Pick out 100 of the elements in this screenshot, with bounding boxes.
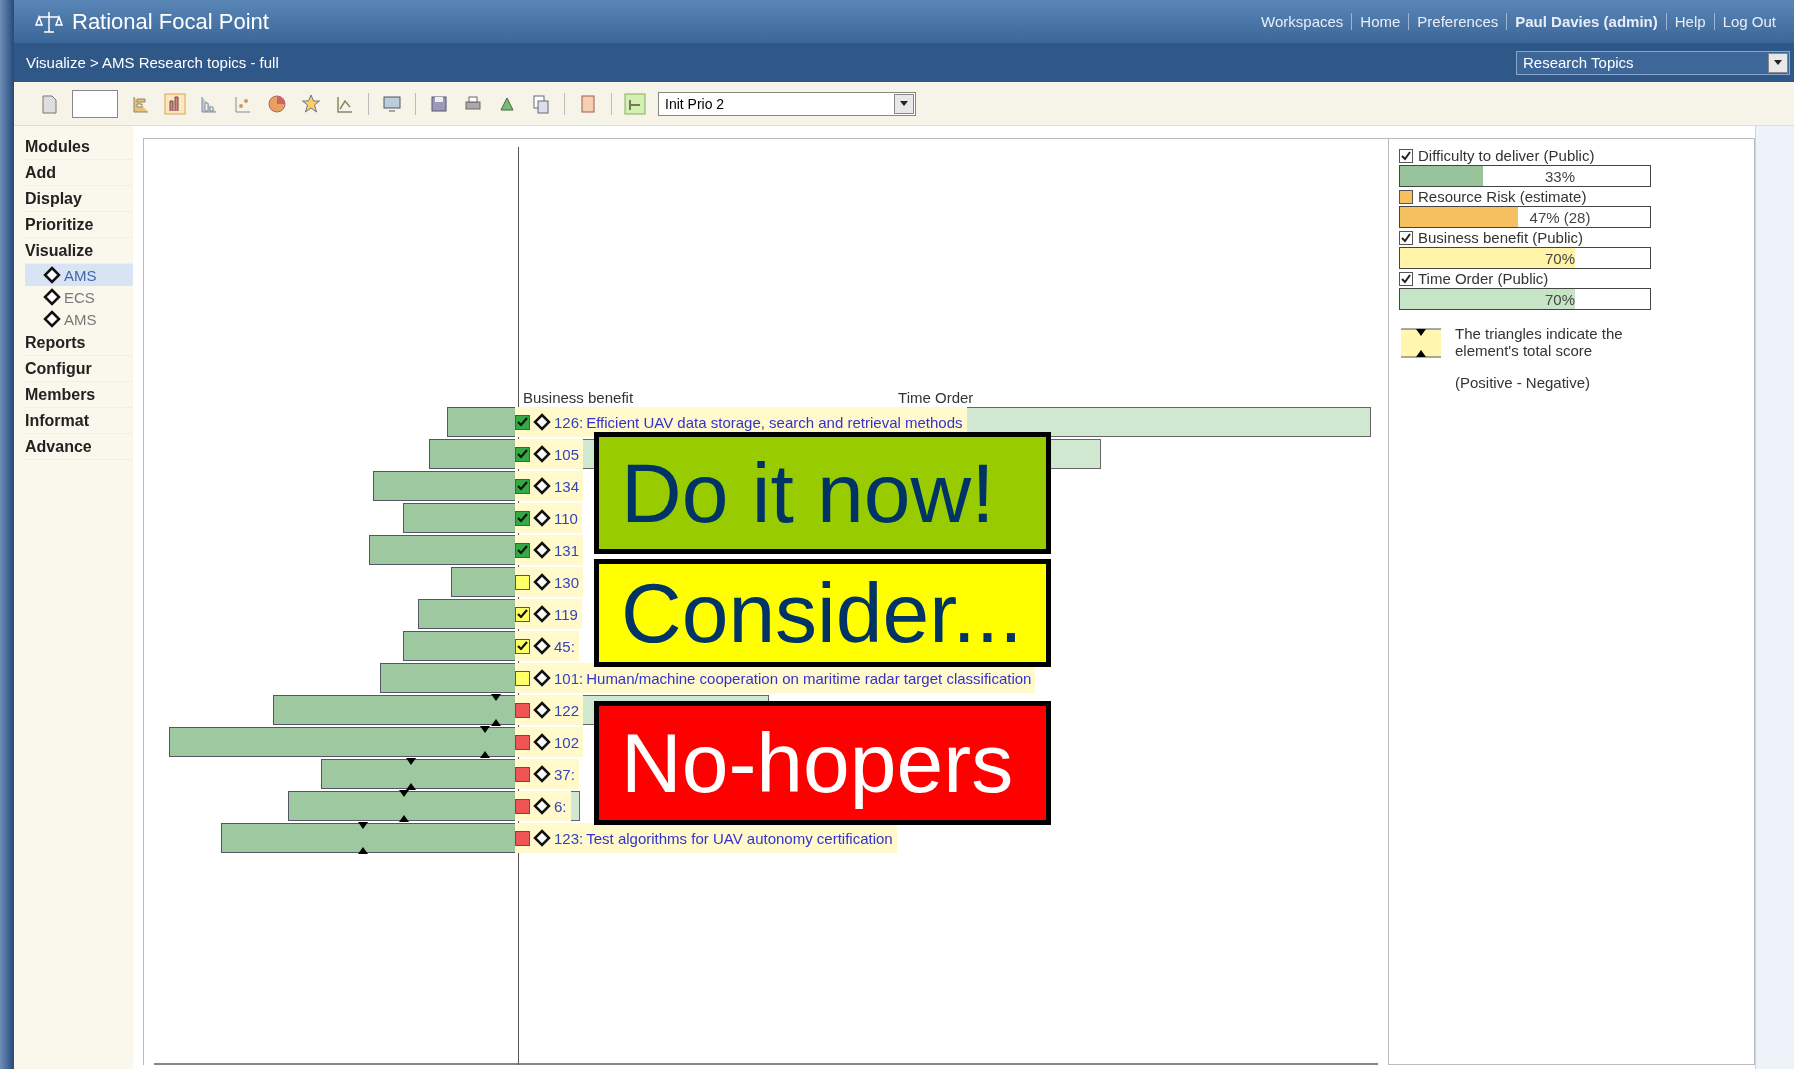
diamond-icon: [43, 310, 61, 328]
header-link[interactable]: Paul Davies (admin): [1506, 13, 1666, 30]
header-link[interactable]: Workspaces: [1253, 13, 1352, 30]
row-id: 45:: [554, 637, 575, 655]
status-checkbox[interactable]: [515, 478, 530, 494]
view-select[interactable]: Research Topics: [1516, 50, 1790, 75]
diamond-icon: [533, 701, 551, 719]
category-label: Do it now!: [594, 432, 1051, 554]
axis-label: Time Order: [898, 389, 974, 406]
tree-item[interactable]: AMS: [25, 308, 133, 330]
criterion-reading: 70%: [1545, 249, 1575, 267]
criterion-reading: 47% (28): [1529, 208, 1591, 226]
row-id: 123:: [554, 829, 584, 847]
status-checkbox[interactable]: [515, 446, 530, 462]
diamond-icon: [533, 733, 551, 751]
header-link[interactable]: Help: [1665, 13, 1714, 30]
header-link[interactable]: Preferences: [1408, 13, 1507, 30]
diamond-icon: [43, 288, 61, 306]
row-title-link[interactable]: Human/machine cooperation on maritime radar target classification: [586, 669, 1032, 687]
diamond-icon: [533, 573, 551, 591]
caret-icon: [1774, 60, 1782, 65]
row-id: 102: [554, 733, 580, 751]
input-field[interactable]: [72, 89, 118, 118]
star-icon[interactable]: [300, 92, 322, 115]
sidebar-item[interactable]: Display: [25, 186, 133, 212]
score-marker-icon: [406, 758, 417, 790]
sidebar-item[interactable]: Reports: [25, 330, 133, 356]
diamond-icon: [533, 541, 551, 559]
diamond-icon: [533, 413, 551, 431]
row-id: 110: [554, 509, 578, 527]
criterion-checkbox[interactable]: [1399, 148, 1413, 163]
row-id: 37:: [554, 765, 575, 783]
tree-item[interactable]: ECS: [25, 286, 133, 308]
sidebar-item[interactable]: Configur: [25, 356, 133, 382]
priority-select[interactable]: Init Prio 2: [658, 91, 916, 116]
diamond-icon: [533, 669, 551, 687]
diamond-icon: [533, 637, 551, 655]
benefit-bar: [450, 567, 515, 597]
sidebar-item[interactable]: Add: [25, 160, 133, 186]
status-checkbox[interactable]: [515, 670, 530, 686]
row-id: 126:: [554, 413, 584, 431]
criterion-reading: 33%: [1545, 167, 1575, 185]
legend-note: The triangles indicate the element's total score: [1455, 325, 1624, 361]
status-checkbox[interactable]: [515, 830, 530, 846]
status-checkbox[interactable]: [515, 766, 530, 782]
score-marker-icon: [480, 726, 491, 758]
pie-chart-icon[interactable]: [266, 92, 288, 115]
triangle-legend-icon: [1399, 325, 1443, 361]
criterion-reading: 70%: [1545, 290, 1575, 308]
sidebar-item[interactable]: Advance: [25, 434, 133, 460]
header-link[interactable]: Home: [1351, 13, 1409, 30]
criterion-checkbox[interactable]: [1399, 230, 1413, 245]
status-checkbox[interactable]: [515, 702, 530, 718]
copy-icon[interactable]: [530, 92, 552, 115]
sidebar-item[interactable]: Modules: [25, 134, 133, 160]
row-id: 101:: [554, 669, 584, 687]
row-id: 130: [554, 573, 580, 591]
score-marker-icon: [357, 822, 368, 854]
diamond-icon: [533, 605, 551, 623]
caret-icon: [900, 101, 908, 106]
diamond-icon: [43, 266, 61, 284]
row-id: 105: [554, 445, 580, 463]
criterion-label: Business benefit (Public): [1418, 229, 1584, 246]
category-label: No-hopers: [594, 701, 1051, 825]
criterion-checkbox[interactable]: [1399, 271, 1413, 286]
score-marker-icon: [491, 694, 502, 726]
header-link[interactable]: Log Out: [1713, 13, 1784, 30]
criterion-label: Time Order (Public): [1418, 270, 1549, 287]
tree-item[interactable]: AMS: [25, 264, 133, 286]
row-id: 119: [554, 605, 578, 623]
row-title-link[interactable]: Test algorithms for UAV autonomy certification: [586, 829, 893, 847]
diamond-icon: [533, 765, 551, 783]
status-checkbox[interactable]: [515, 798, 530, 814]
category-label: Consider...: [594, 559, 1051, 667]
status-checkbox[interactable]: [515, 510, 530, 526]
sidebar-item[interactable]: Informat: [25, 408, 133, 434]
row-title-link[interactable]: Efficient UAV data storage, search and retrieval methods: [586, 413, 963, 431]
bar-chart-icon[interactable]: [164, 92, 186, 115]
diamond-icon: [533, 829, 551, 847]
legend-note: (Positive - Negative): [1455, 374, 1592, 391]
row-id: 131: [554, 541, 580, 559]
sidebar-item[interactable]: Members: [25, 382, 133, 408]
diamond-icon: [533, 509, 551, 527]
status-checkbox[interactable]: [515, 734, 530, 750]
criterion-label: Resource Risk (estimate): [1418, 188, 1587, 205]
status-checkbox[interactable]: [515, 606, 530, 622]
status-checkbox[interactable]: [515, 574, 530, 590]
sidebar-item[interactable]: Prioritize: [25, 212, 133, 238]
chart-toggle-icon[interactable]: [624, 92, 646, 115]
criterion-checkbox[interactable]: [1399, 189, 1413, 204]
status-checkbox[interactable]: [515, 542, 530, 558]
diamond-icon: [533, 477, 551, 495]
status-checkbox[interactable]: [515, 414, 530, 430]
diamond-icon: [533, 445, 551, 463]
breadcrumb: Visualize > AMS Research topics - full: [26, 54, 279, 71]
row-id: 134: [554, 477, 580, 495]
axis-label: Business benefit: [523, 389, 634, 406]
status-checkbox[interactable]: [515, 638, 530, 654]
row-id: 6:: [554, 797, 567, 815]
score-marker-icon: [398, 790, 409, 822]
